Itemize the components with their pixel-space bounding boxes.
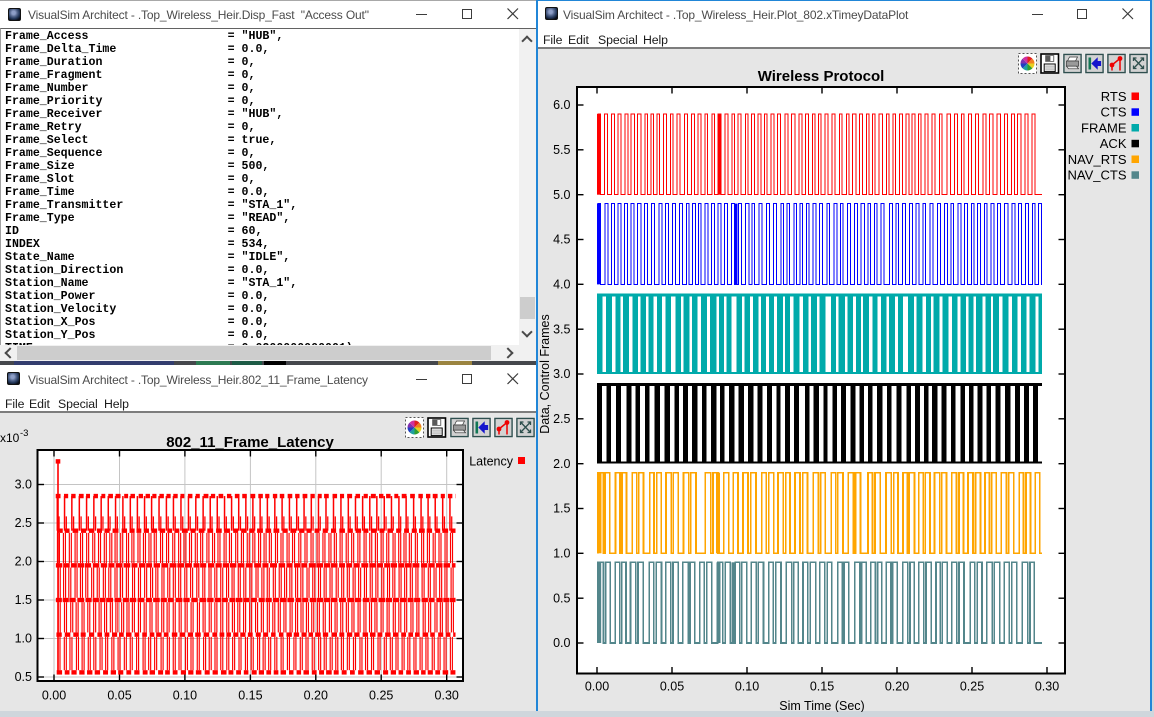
svg-text:0.0: 0.0 <box>553 636 570 650</box>
svg-text:0.00: 0.00 <box>585 680 609 694</box>
svg-text:3.0: 3.0 <box>553 367 570 381</box>
svg-text:1.0: 1.0 <box>553 547 570 561</box>
svg-text:0.15: 0.15 <box>238 689 262 703</box>
svg-text:0.05: 0.05 <box>107 689 131 703</box>
svg-text:0.25: 0.25 <box>369 689 393 703</box>
svg-text:5.5: 5.5 <box>553 143 570 157</box>
svg-text:2.5: 2.5 <box>15 516 32 530</box>
svg-text:Wireless Protocol: Wireless Protocol <box>758 68 885 85</box>
svg-text:4.5: 4.5 <box>553 233 570 247</box>
svg-text:NAV_CTS: NAV_CTS <box>1068 168 1127 183</box>
svg-text:0.30: 0.30 <box>435 689 459 703</box>
svg-text:0.10: 0.10 <box>735 680 759 694</box>
svg-text:0.5: 0.5 <box>15 670 32 684</box>
svg-text:0.25: 0.25 <box>960 680 984 694</box>
svg-text:Sim Time (Sec): Sim Time (Sec) <box>779 699 864 712</box>
svg-text:Data, Control Frames: Data, Control Frames <box>538 314 552 433</box>
svg-text:ACK: ACK <box>1100 136 1127 151</box>
svg-text:2.5: 2.5 <box>553 412 570 426</box>
svg-text:0.10: 0.10 <box>173 689 197 703</box>
svg-text:5.0: 5.0 <box>553 188 570 202</box>
svg-text:1.5: 1.5 <box>553 502 570 516</box>
svg-text:3.5: 3.5 <box>553 322 570 336</box>
svg-text:-3: -3 <box>20 428 28 439</box>
svg-text:802_11_Frame_Latency: 802_11_Frame_Latency <box>166 434 334 451</box>
svg-text:1.0: 1.0 <box>15 632 32 646</box>
svg-text:FRAME: FRAME <box>1081 120 1127 135</box>
svg-text:0.00: 0.00 <box>42 689 66 703</box>
svg-text:CTS: CTS <box>1101 105 1127 120</box>
svg-text:RTS: RTS <box>1101 89 1127 104</box>
svg-text:2.0: 2.0 <box>553 457 570 471</box>
svg-text:NAV_RTS: NAV_RTS <box>1068 152 1127 167</box>
svg-text:x10: x10 <box>0 431 20 445</box>
svg-text:0.05: 0.05 <box>660 680 684 694</box>
svg-text:0.30: 0.30 <box>1035 680 1059 694</box>
svg-text:1.5: 1.5 <box>15 593 32 607</box>
svg-text:3.0: 3.0 <box>15 478 32 492</box>
svg-text:4.0: 4.0 <box>553 278 570 292</box>
svg-text:2.0: 2.0 <box>15 555 32 569</box>
svg-text:0.15: 0.15 <box>810 680 834 694</box>
svg-text:0.20: 0.20 <box>885 680 909 694</box>
svg-text:Latency: Latency <box>469 455 514 469</box>
svg-text:0.20: 0.20 <box>304 689 328 703</box>
svg-text:6.0: 6.0 <box>553 98 570 112</box>
svg-text:0.5: 0.5 <box>553 591 570 605</box>
